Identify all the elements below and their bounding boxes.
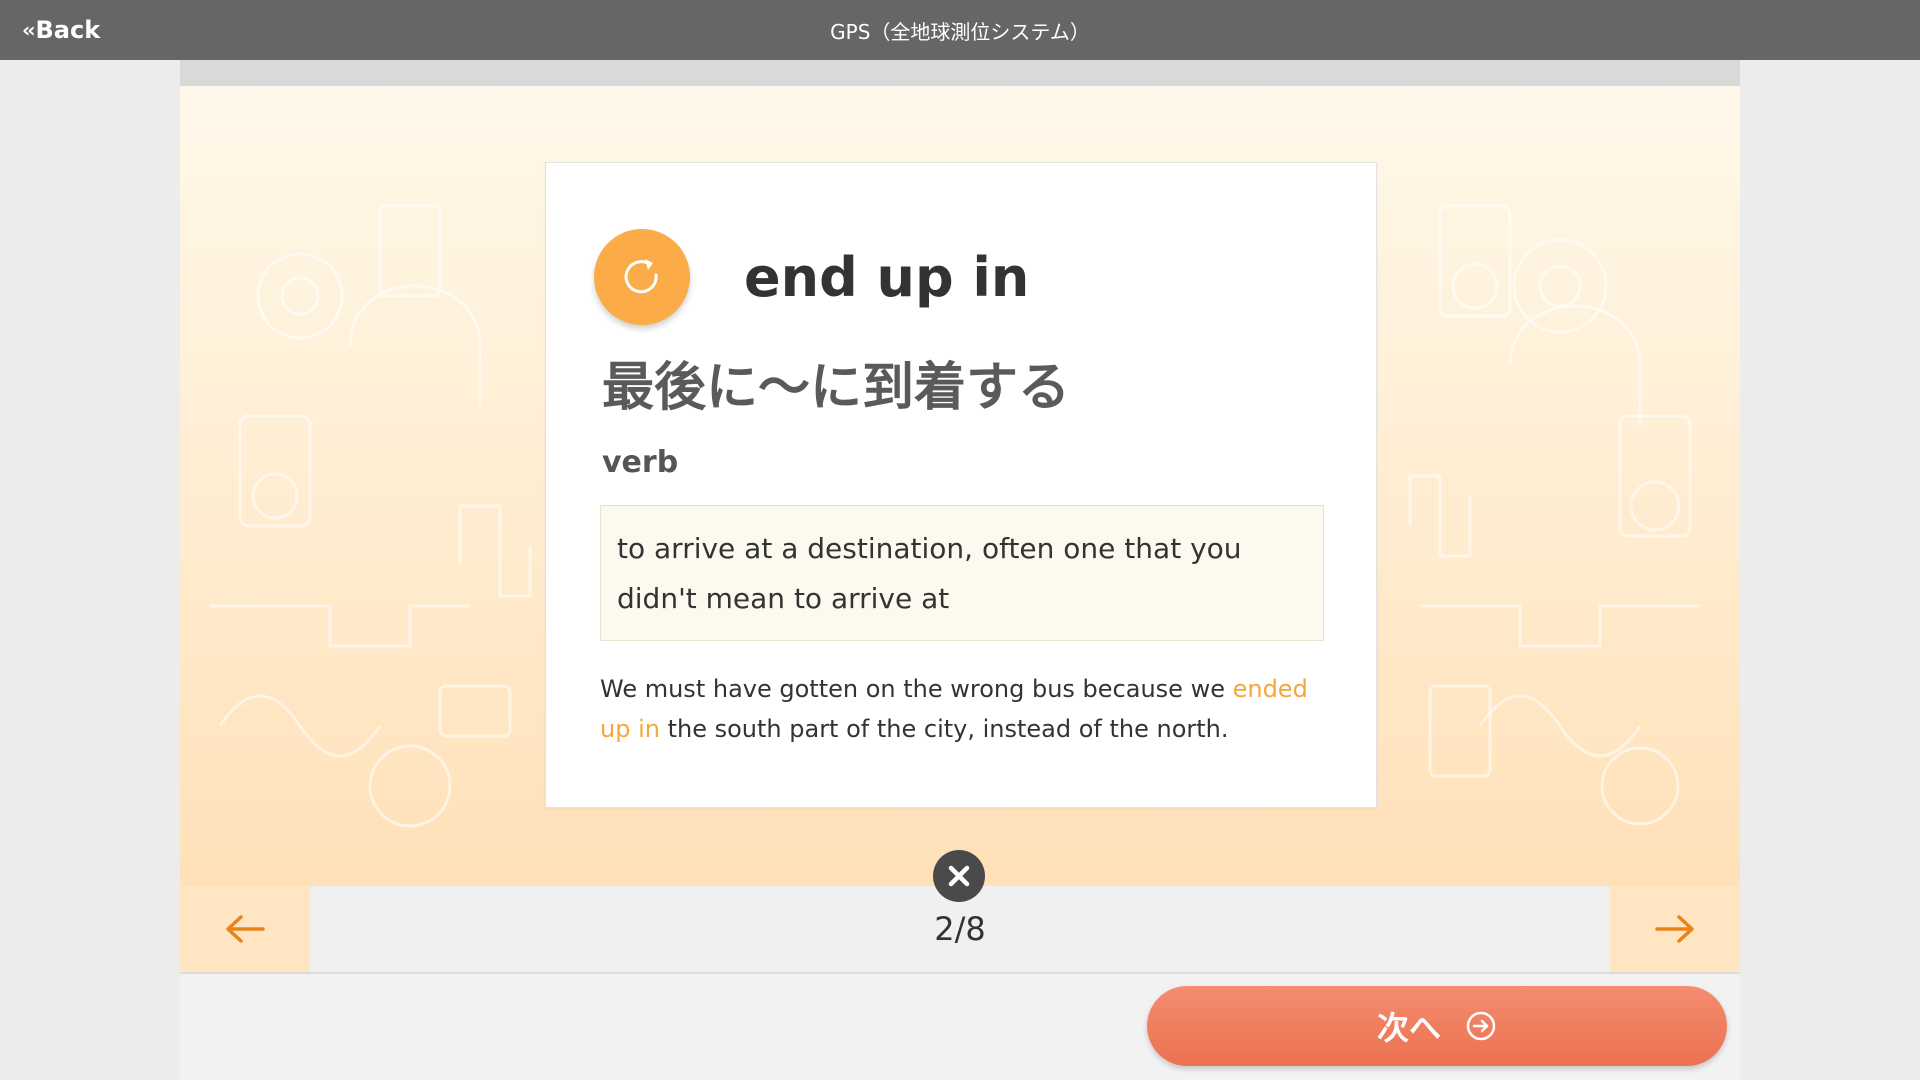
definition-box: to arrive at a destination, often one th… — [600, 505, 1324, 641]
vocab-term: end up in — [744, 246, 1030, 309]
close-icon — [948, 865, 970, 887]
example-text-before: We must have gotten on the wrong bus bec… — [600, 675, 1233, 703]
arrow-left-icon — [226, 915, 265, 943]
vocab-translation: 最後に～に到着する — [602, 358, 1071, 418]
flip-card-button[interactable] — [594, 229, 690, 325]
example-sentence: We must have gotten on the wrong bus bec… — [600, 669, 1330, 749]
example-text-after: the south part of the city, instead of t… — [659, 715, 1229, 743]
back-button[interactable]: ‹‹ Back — [22, 0, 100, 60]
part-of-speech: verb — [602, 445, 679, 480]
circle-arrow-right-icon — [1465, 1010, 1497, 1042]
back-label: Back — [35, 16, 101, 44]
next-card-button[interactable] — [1610, 886, 1740, 972]
previous-card-button[interactable] — [180, 886, 310, 972]
lesson-panel: end up in 最後に～に到着する verb to arrive at a … — [180, 60, 1740, 1080]
close-card-button[interactable] — [933, 850, 985, 902]
next-step-label: 次へ — [1376, 1009, 1441, 1047]
double-chevron-left-icon: ‹‹ — [22, 18, 36, 42]
top-bar: ‹‹ Back GPS（全地球測位システム） — [0, 0, 1920, 60]
page-title: GPS（全地球測位システム） — [830, 19, 1090, 44]
next-step-button[interactable]: 次へ — [1147, 986, 1727, 1066]
flashcard-stage: end up in 最後に～に到着する verb to arrive at a … — [180, 86, 1740, 886]
panel-header-strip — [180, 60, 1740, 86]
refresh-icon — [624, 259, 658, 294]
flashcard: end up in 最後に～に到着する verb to arrive at a … — [545, 162, 1377, 808]
arrow-right-icon — [1655, 915, 1694, 943]
card-counter: 2/8 — [934, 910, 986, 948]
